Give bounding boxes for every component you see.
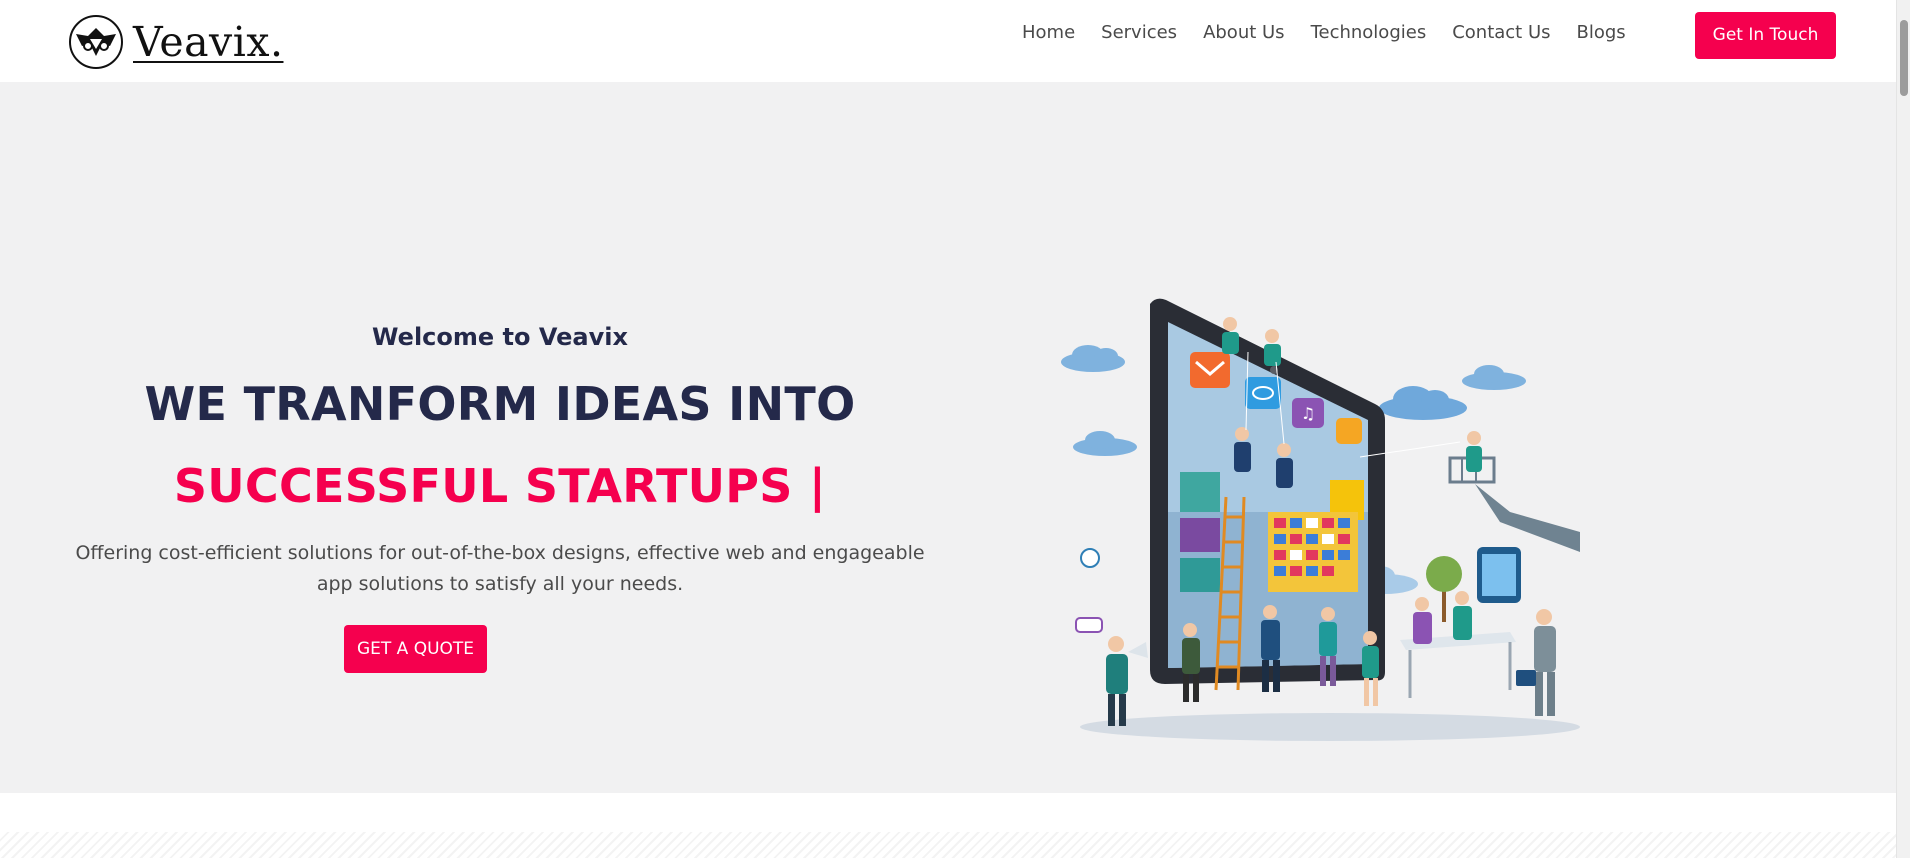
page-scrollbar[interactable] <box>1896 0 1910 858</box>
cloud-icon <box>1379 386 1467 420</box>
hero-welcome: Welcome to Veavix <box>372 323 628 351</box>
veavix-wing-emblem-icon <box>69 15 123 69</box>
hero-headline-line2: SUCCESSFUL STARTUPS | <box>173 459 827 513</box>
nav-link-about-us[interactable]: About Us <box>1190 18 1298 48</box>
person-figure-icon <box>1234 427 1251 472</box>
screen-tile <box>1180 472 1220 512</box>
ground-shadow-icon <box>1080 713 1580 741</box>
cloud-icon <box>1073 431 1137 456</box>
nav-link-home[interactable]: Home <box>1009 18 1088 48</box>
nav-link-contact-us[interactable]: Contact Us <box>1439 18 1563 48</box>
person-figure-icon <box>1276 443 1293 488</box>
logo-wordmark: Veavix. <box>133 17 284 66</box>
box-app-icon <box>1336 418 1362 444</box>
speaker-icon <box>1075 617 1103 633</box>
person-figure-icon <box>1453 591 1472 640</box>
site-logo[interactable]: Veavix. <box>68 13 283 71</box>
cloud-icon <box>1061 345 1125 372</box>
hero-headline-line1: WE TRANFORM IDEAS INTO <box>144 377 856 431</box>
person-figure-icon <box>1413 597 1432 644</box>
next-section-top <box>0 832 1896 858</box>
balcony-platform-icon <box>1448 456 1580 552</box>
screen-tile <box>1180 558 1220 592</box>
get-in-touch-button[interactable]: Get In Touch <box>1695 12 1836 59</box>
site-header: Veavix. Home Services About Us Technolog… <box>0 0 1896 82</box>
person-figure-icon <box>1516 609 1556 716</box>
hero-description: Offering cost-efficient solutions for ou… <box>75 542 925 595</box>
nav-link-technologies[interactable]: Technologies <box>1298 18 1440 48</box>
tablet-app-team-illustration-icon: ♫ <box>1061 298 1580 741</box>
person-figure-icon <box>1466 431 1482 472</box>
screen-tile <box>1180 518 1220 552</box>
nav-link-blogs[interactable]: Blogs <box>1564 18 1639 48</box>
main-navigation: Home Services About Us Technologies Cont… <box>1009 18 1639 48</box>
person-figure-icon <box>1106 636 1148 726</box>
bookshelf-grid-icon <box>1268 512 1358 592</box>
mail-app-icon <box>1190 352 1230 388</box>
scrollbar-thumb[interactable] <box>1900 20 1908 96</box>
person-figure-icon <box>1264 329 1281 366</box>
person-figure-icon <box>1222 317 1239 354</box>
get-a-quote-button[interactable]: GET A QUOTE <box>344 625 487 673</box>
hero-section: Welcome to Veavix WE TRANFORM IDEAS INTO… <box>0 82 1896 793</box>
power-icon <box>1080 548 1100 568</box>
eye-app-icon <box>1245 377 1281 409</box>
cloud-icon <box>1462 365 1526 390</box>
nav-link-services[interactable]: Services <box>1088 18 1190 48</box>
svg-text:♫: ♫ <box>1301 404 1315 423</box>
